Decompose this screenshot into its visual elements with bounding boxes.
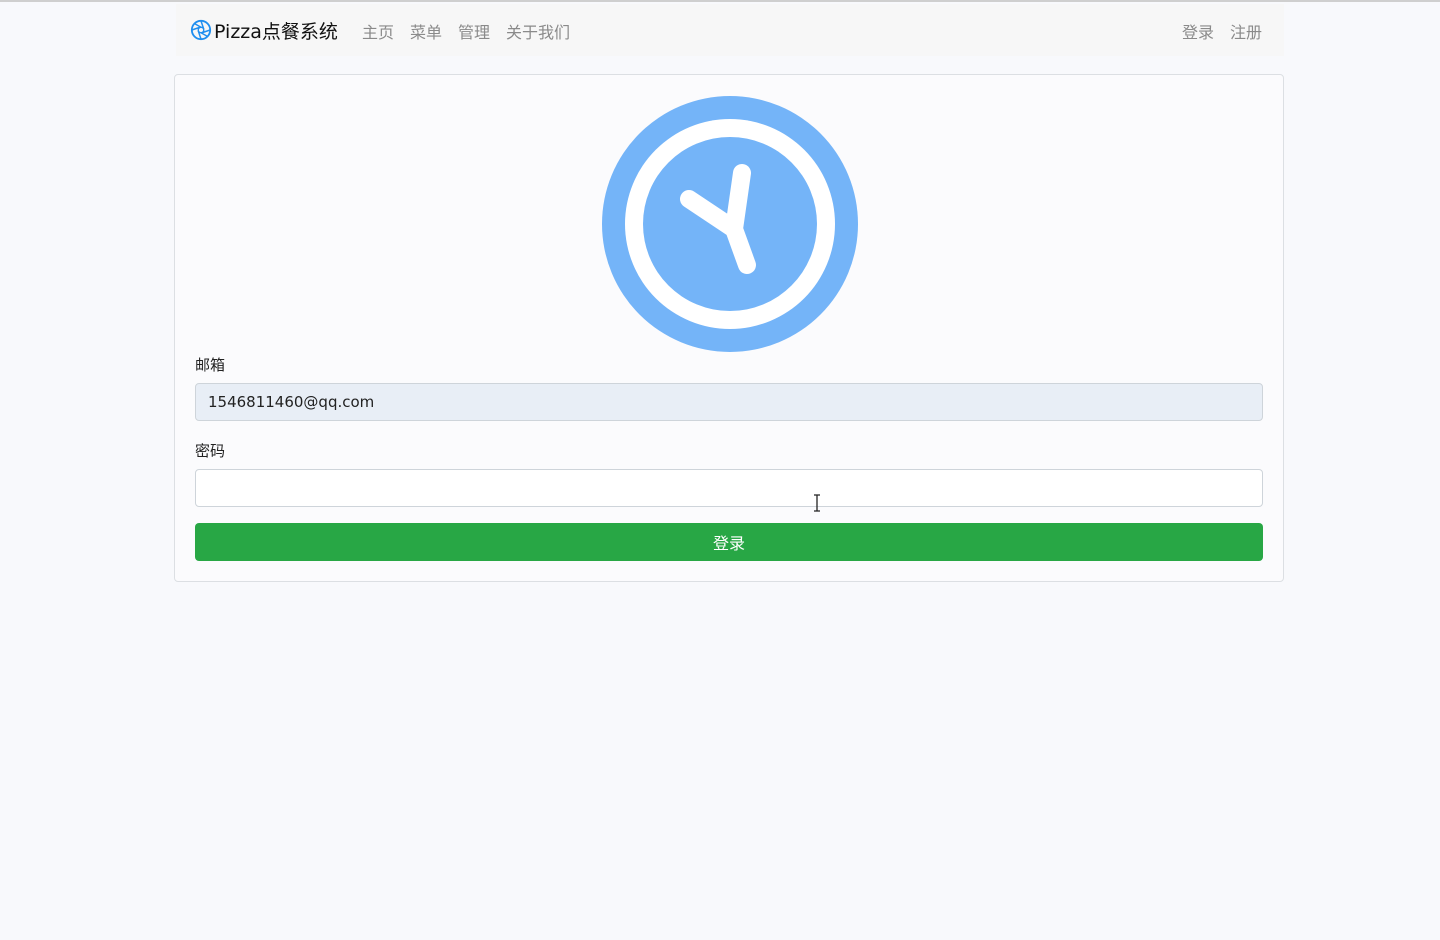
browser-top-border — [0, 0, 1440, 2]
text-cursor-icon — [814, 494, 820, 512]
nav-admin-link[interactable]: 管理 — [458, 19, 490, 43]
nav-login-link[interactable]: 登录 — [1182, 19, 1214, 43]
nav-links: 主页 菜单 管理 关于我们 — [362, 19, 570, 43]
nav-home-link[interactable]: 主页 — [362, 19, 394, 43]
email-field[interactable] — [195, 383, 1263, 421]
clock-logo-icon — [602, 96, 858, 352]
nav-register-link[interactable]: 注册 — [1230, 19, 1262, 43]
email-label: 邮箱 — [195, 356, 226, 374]
nav-menu-link[interactable]: 菜单 — [410, 19, 442, 43]
password-field[interactable] — [195, 469, 1263, 507]
login-card: 邮箱 密码 登录 — [174, 74, 1284, 582]
brand-name: Pizza点餐系统 — [214, 20, 338, 43]
aperture-logo-icon — [190, 19, 212, 41]
nav-about-link[interactable]: 关于我们 — [506, 19, 570, 43]
nav-auth-links: 登录 注册 — [1182, 19, 1262, 43]
navbar: Pizza点餐系统 主页 菜单 管理 关于我们 登录 注册 — [176, 4, 1284, 56]
password-label: 密码 — [195, 442, 226, 460]
login-button[interactable]: 登录 — [195, 523, 1263, 561]
brand-link[interactable]: Pizza点餐系统 — [190, 17, 338, 43]
